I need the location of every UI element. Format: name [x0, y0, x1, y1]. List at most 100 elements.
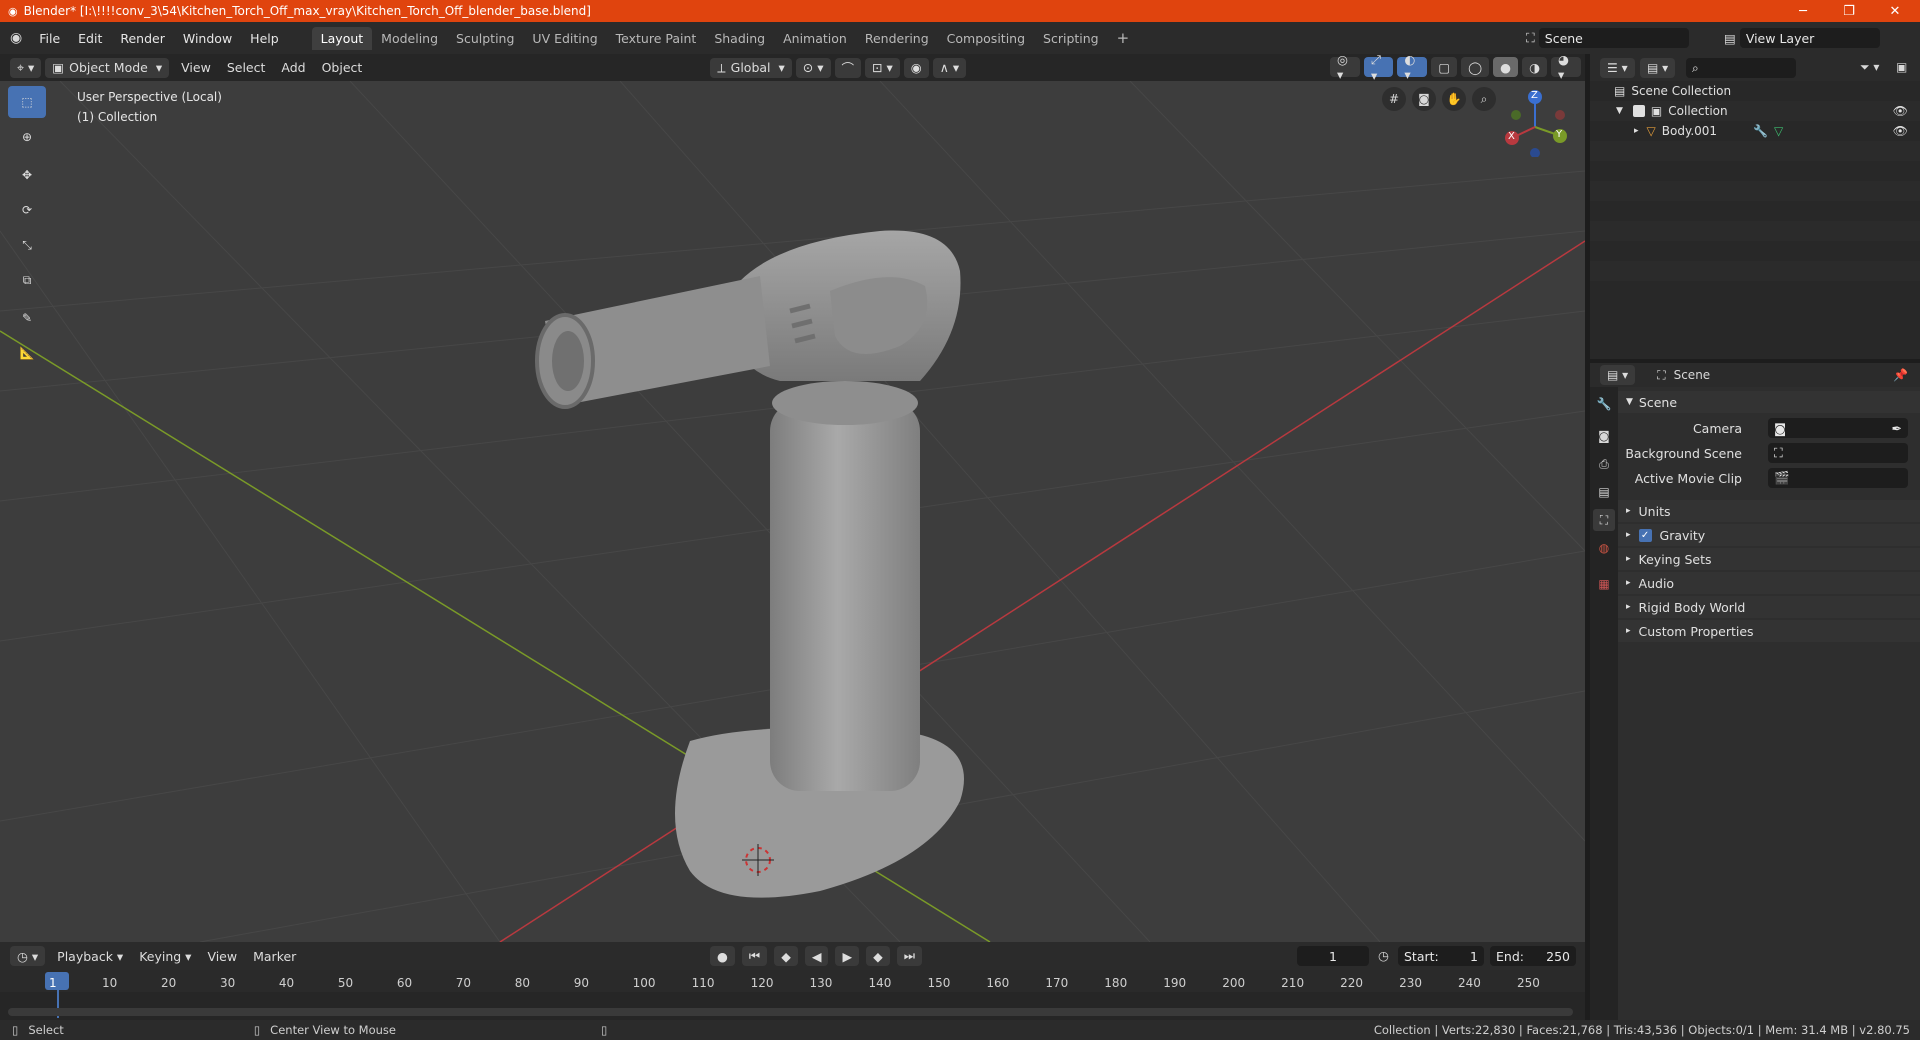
scene-props-tab-icon[interactable]: ⛶ — [1593, 509, 1615, 531]
section-rigid-body-world[interactable]: ▸ Rigid Body World — [1618, 596, 1920, 618]
timeline-view-menu[interactable]: View — [199, 949, 245, 964]
jump-end-icon[interactable]: ⏭ — [896, 946, 922, 966]
outliner-search-input[interactable]: ⌕ — [1686, 58, 1796, 78]
scene-field[interactable]: Scene — [1538, 28, 1689, 48]
filter-icon[interactable]: ⏷ ▾ — [1860, 60, 1879, 75]
current-frame-field[interactable]: 1 — [1297, 946, 1369, 966]
eyedropper-icon[interactable]: ✒ — [1892, 421, 1902, 436]
timeline-playback-menu[interactable]: Playback ▾ — [49, 949, 131, 964]
gizmo-toggle-icon[interactable]: ⤢ ▾ — [1364, 52, 1394, 83]
camera-view-icon[interactable]: ◙ — [1412, 87, 1436, 111]
collection-visibility-eye-icon[interactable]: 👁 — [1893, 104, 1908, 118]
modifier-wrench-icon[interactable]: 🔧 — [1753, 124, 1768, 138]
section-audio[interactable]: ▸ Audio — [1618, 572, 1920, 594]
preview-range-icon[interactable]: ◷ — [1378, 948, 1389, 963]
maximize-button[interactable]: ❐ — [1826, 0, 1872, 22]
menu-select[interactable]: Select — [219, 60, 274, 75]
select-box-icon[interactable]: ⬚ — [8, 86, 46, 118]
3d-viewport[interactable]: User Perspective (Local) (1) Collection … — [0, 81, 1585, 942]
annotate-tool-icon[interactable]: ✎ — [8, 302, 46, 334]
expand-arrow-icon[interactable]: ▸ — [1634, 126, 1639, 136]
snap-target-dropdown[interactable]: ⊡ ▾ — [865, 57, 900, 78]
transform-orientation-dropdown[interactable]: ⟂ Global ▾ — [710, 57, 792, 78]
new-collection-icon[interactable]: ▣ — [1896, 60, 1907, 74]
tab-sculpting[interactable]: Sculpting — [447, 27, 523, 50]
timeline-keying-menu[interactable]: Keying ▾ — [131, 949, 199, 964]
mesh-data-icon[interactable]: ▽ — [1774, 124, 1783, 138]
add-workspace-button[interactable]: + — [1108, 25, 1139, 51]
tab-texture-paint[interactable]: Texture Paint — [607, 27, 706, 50]
menu-view[interactable]: View — [173, 60, 219, 75]
menu-render[interactable]: Render — [111, 31, 174, 46]
tab-uv-editing[interactable]: UV Editing — [523, 27, 606, 50]
view-layer-field[interactable]: View Layer — [1739, 28, 1880, 48]
measure-tool-icon[interactable]: 📐 — [8, 337, 46, 369]
properties-editor-type-button[interactable]: ▤ ▾ — [1600, 365, 1636, 385]
proportional-falloff-dropdown[interactable]: ∧ ▾ — [932, 57, 967, 78]
proportional-edit-icon[interactable]: ◉ — [903, 57, 929, 78]
record-icon[interactable]: ● — [710, 946, 735, 966]
minimize-button[interactable]: ─ — [1780, 0, 1826, 22]
scale-tool-icon[interactable]: ⤡ — [8, 229, 46, 261]
section-keying-sets[interactable]: ▸ Keying Sets — [1618, 548, 1920, 570]
menu-window[interactable]: Window — [174, 31, 241, 46]
section-units[interactable]: ▸ Units — [1618, 500, 1920, 522]
jump-start-icon[interactable]: ⏮ — [741, 946, 768, 966]
xray-toggle-icon[interactable]: ▢ — [1431, 57, 1458, 77]
tool-props-tab-icon[interactable]: 🔧 — [1593, 393, 1615, 415]
section-custom-properties[interactable]: ▸ Custom Properties — [1618, 620, 1920, 642]
camera-field[interactable]: ◙ ✒ — [1768, 418, 1908, 438]
active-movie-clip-field[interactable]: 🎬 — [1768, 468, 1908, 488]
overlays-toggle-icon[interactable]: ◐ ▾ — [1397, 52, 1428, 82]
play-reverse-icon[interactable]: ◀ — [804, 946, 829, 966]
scene-icon[interactable]: ⛶ — [1526, 30, 1535, 46]
pivot-point-dropdown[interactable]: ⊙ ▾ — [795, 57, 831, 78]
expand-arrow-icon[interactable]: ▼ — [1616, 106, 1623, 116]
timeline-marker-menu[interactable]: Marker — [245, 949, 304, 964]
shading-rendered-icon[interactable]: ◕ ▾ — [1550, 52, 1581, 82]
timeline-editor-type-button[interactable]: ◷ ▾ — [10, 946, 46, 966]
menu-help[interactable]: Help — [241, 31, 288, 46]
menu-edit[interactable]: Edit — [69, 31, 111, 46]
shading-wireframe-icon[interactable]: ◯ — [1461, 57, 1490, 77]
view-layer-icon[interactable]: ▤ — [1724, 31, 1736, 46]
world-props-tab-icon[interactable]: ◍ — [1593, 537, 1615, 559]
zoom-icon[interactable]: ⌕ — [1472, 87, 1496, 111]
frame-ruler[interactable]: 1 10 20 30 40 50 60 70 80 90 100 110 120 130 140 150 160… — [0, 970, 1585, 992]
outliner-editor-type-button[interactable]: ☰ ▾ — [1600, 58, 1635, 78]
view-layer-props-tab-icon[interactable]: ▤ — [1593, 481, 1615, 503]
visibility-dropdown[interactable]: ◎ ▾ — [1330, 52, 1360, 82]
pin-icon[interactable]: 📌 — [1893, 368, 1908, 382]
move-tool-icon[interactable]: ✥ — [8, 159, 46, 191]
texture-props-tab-icon[interactable]: ▦ — [1593, 573, 1615, 595]
tab-modeling[interactable]: Modeling — [372, 27, 447, 50]
menu-add[interactable]: Add — [273, 60, 313, 75]
menu-object[interactable]: Object — [314, 60, 371, 75]
gravity-checkbox[interactable]: ✓ — [1638, 528, 1652, 542]
tab-compositing[interactable]: Compositing — [938, 27, 1034, 50]
tab-animation[interactable]: Animation — [774, 27, 856, 50]
snap-toggle-icon[interactable]: ⌒ — [834, 57, 862, 78]
tab-shading[interactable]: Shading — [705, 27, 774, 50]
outliner-row-body[interactable]: ▸ ▽ Body.001 🔧 ▽ 👁 — [1590, 121, 1920, 141]
grid-view-icon[interactable]: # — [1382, 87, 1406, 111]
shading-material-icon[interactable]: ◑ — [1522, 57, 1547, 77]
tab-layout[interactable]: Layout — [311, 26, 373, 50]
outliner-row-collection[interactable]: ▼ ▣ Collection 👁 — [1590, 101, 1920, 121]
object-visibility-eye-icon[interactable]: 👁 — [1893, 124, 1908, 138]
render-props-tab-icon[interactable]: ◙ — [1593, 425, 1615, 447]
jump-keyframe-back-icon[interactable]: ◆ — [774, 946, 798, 966]
scene-panel-header[interactable]: ▼ Scene — [1618, 391, 1920, 413]
display-mode-dropdown[interactable]: ▤ ▾ — [1640, 58, 1676, 78]
background-scene-field[interactable]: ⛶ — [1768, 443, 1908, 463]
tab-scripting[interactable]: Scripting — [1034, 27, 1108, 50]
tab-rendering[interactable]: Rendering — [856, 27, 938, 50]
outliner-row-scene-collection[interactable]: ▤ Scene Collection — [1590, 81, 1920, 101]
close-button[interactable]: ✕ — [1872, 0, 1918, 22]
navigation-gizmo[interactable]: Z Y X — [1500, 87, 1570, 158]
editor-type-button[interactable]: ⌖ ▾ — [10, 57, 42, 78]
mode-dropdown[interactable]: ▣ Object Mode ▾ — [45, 57, 170, 78]
timeline-scrollbar[interactable] — [8, 1008, 1573, 1016]
play-icon[interactable]: ▶ — [835, 946, 860, 966]
rotate-tool-icon[interactable]: ⟳ — [8, 194, 46, 226]
